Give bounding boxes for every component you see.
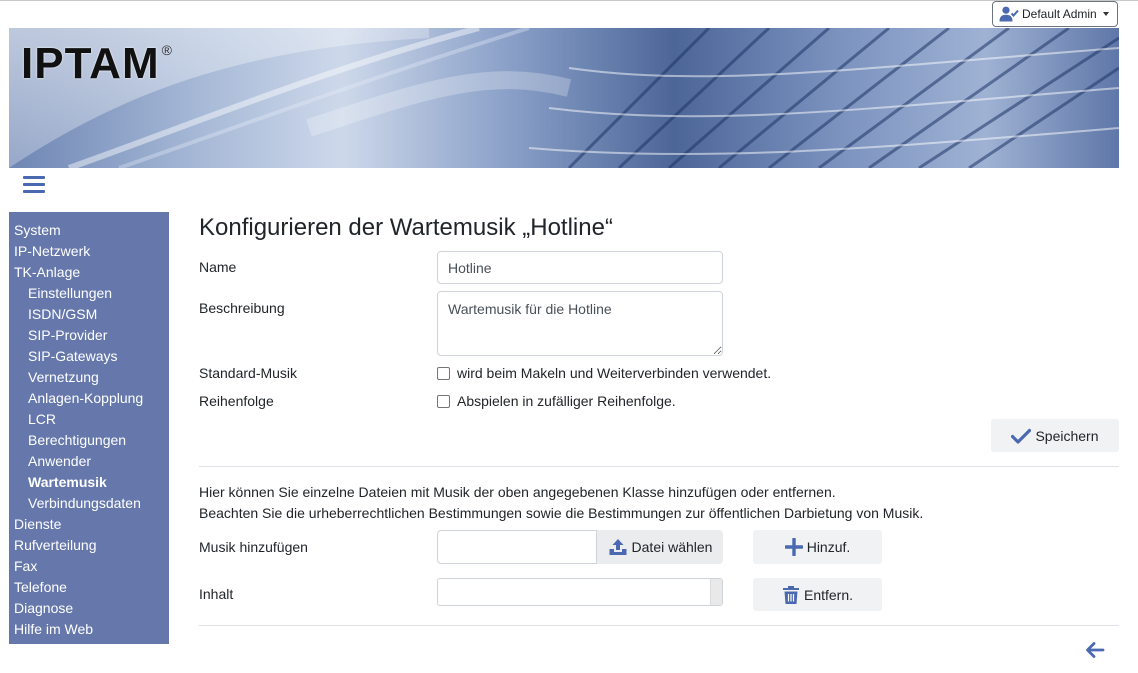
default-music-checkbox[interactable]	[437, 366, 450, 380]
order-label: Reihenfolge	[199, 393, 274, 409]
default-music-label: Standard-Musik	[199, 365, 298, 381]
plus-icon	[784, 538, 803, 556]
name-label: Name	[199, 259, 237, 275]
back-button[interactable]	[1085, 641, 1105, 662]
banner-graphic	[9, 28, 1119, 168]
default-music-text: wird beim Makeln und Weiterverbinden ver…	[457, 365, 772, 381]
default-music-checkbox-row[interactable]: wird beim Makeln und Weiterverbinden ver…	[437, 365, 771, 381]
sidebar-item-vernetzung[interactable]: Vernetzung	[9, 367, 169, 388]
remove-button[interactable]: Entfern.	[753, 578, 882, 611]
random-order-checkbox[interactable]	[437, 394, 450, 408]
content-label: Inhalt	[199, 586, 234, 602]
arrow-left-icon	[1086, 642, 1105, 658]
trash-icon	[782, 585, 799, 604]
page-title: Konfigurieren der Wartemusik „Hotline“	[199, 214, 613, 241]
sidebar-item-anwender[interactable]: Anwender	[9, 451, 169, 472]
sidebar-item-hilfe-im-web[interactable]: Hilfe im Web	[9, 619, 169, 640]
user-check-icon	[999, 6, 1019, 22]
sidebar-item-isdn-gsm[interactable]: ISDN/GSM	[9, 304, 169, 325]
hamburger-icon[interactable]	[23, 176, 45, 194]
user-name: Default Admin	[1022, 7, 1097, 21]
sidebar-item-sip-provider[interactable]: SIP-Provider	[9, 325, 169, 346]
logo: IPTAM ®	[21, 40, 172, 88]
sidebar-item-system[interactable]: System	[9, 220, 169, 241]
sidebar-item-ip-netzwerk[interactable]: IP-Netzwerk	[9, 241, 169, 262]
user-menu-button[interactable]: Default Admin	[992, 1, 1118, 27]
order-checkbox-row[interactable]: Abspielen in zufälliger Reihenfolge.	[437, 393, 676, 409]
info-text-line1: Hier können Sie einzelne Dateien mit Mus…	[199, 484, 836, 500]
content-listbox[interactable]	[437, 578, 723, 606]
description-textarea[interactable]: Wartemusik für die Hotline	[437, 291, 723, 356]
sidebar-item-rufverteilung[interactable]: Rufverteilung	[9, 535, 169, 556]
top-border	[0, 0, 1138, 1]
sidebar-item-lcr[interactable]: LCR	[9, 409, 169, 430]
choose-file-button[interactable]: Datei wählen	[597, 530, 723, 564]
sidebar-item-dienste[interactable]: Dienste	[9, 514, 169, 535]
save-button-label: Speichern	[1035, 427, 1099, 444]
upload-icon	[609, 539, 627, 555]
logo-text: IPTAM	[21, 39, 160, 88]
file-name-input[interactable]	[437, 530, 597, 564]
sidebar-item-anlagen-kopplung[interactable]: Anlagen-Kopplung	[9, 388, 169, 409]
header-banner: IPTAM ®	[9, 28, 1119, 168]
choose-file-label: Datei wählen	[631, 539, 713, 555]
save-button[interactable]: Speichern	[991, 419, 1119, 452]
info-text-line2: Beachten Sie die urheberrechtlichen Best…	[199, 505, 924, 521]
name-input[interactable]	[437, 251, 723, 284]
sidebar-item-sip-gateways[interactable]: SIP-Gateways	[9, 346, 169, 367]
sidebar-item-tk-anlage[interactable]: TK-Anlage	[9, 262, 169, 283]
sidebar: System IP-Netzwerk TK-Anlage Einstellungen I…	[9, 212, 169, 644]
divider	[199, 466, 1119, 467]
add-button[interactable]: Hinzuf.	[753, 530, 882, 564]
logo-registered-mark: ®	[161, 42, 172, 58]
sidebar-item-diagnose[interactable]: Diagnose	[9, 598, 169, 619]
listbox-scrollbar[interactable]	[710, 579, 722, 605]
add-button-label: Hinzuf.	[806, 539, 851, 555]
sidebar-item-verbindungsdaten[interactable]: Verbindungsdaten	[9, 493, 169, 514]
sidebar-item-berechtigungen[interactable]: Berechtigungen	[9, 430, 169, 451]
divider-bottom	[199, 625, 1119, 626]
sidebar-item-telefone[interactable]: Telefone	[9, 577, 169, 598]
sidebar-item-wartemusik[interactable]: Wartemusik	[9, 472, 169, 493]
check-icon	[1011, 428, 1032, 444]
remove-button-label: Entfern.	[803, 586, 854, 603]
chevron-down-icon	[1102, 12, 1109, 16]
description-label: Beschreibung	[199, 300, 285, 316]
order-text: Abspielen in zufälliger Reihenfolge.	[457, 393, 676, 409]
sidebar-item-einstellungen[interactable]: Einstellungen	[9, 283, 169, 304]
sidebar-item-fax[interactable]: Fax	[9, 556, 169, 577]
add-music-label: Musik hinzufügen	[199, 539, 308, 555]
